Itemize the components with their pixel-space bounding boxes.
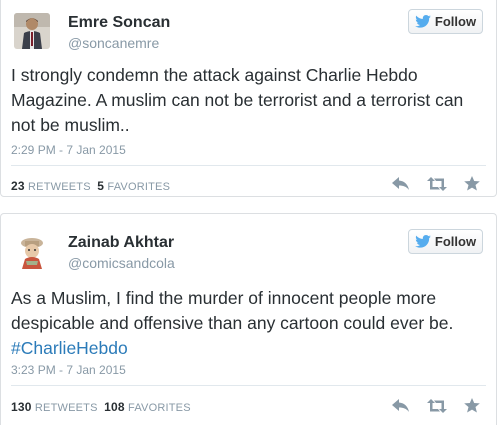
tweet-text: As a Muslim, I find the murder of innoce… <box>11 286 486 361</box>
retweet-icon[interactable] <box>427 176 447 196</box>
star-icon[interactable] <box>464 398 480 418</box>
author-name[interactable]: Emre Soncan <box>68 14 170 32</box>
follow-button[interactable]: Follow <box>408 229 483 254</box>
follow-button[interactable]: Follow <box>408 9 483 34</box>
tweet-text-body: As a Muslim, I find the murder of innoce… <box>11 288 454 333</box>
favorites-stat[interactable]: 108 FAVORITES <box>104 400 191 414</box>
hashtag-link[interactable]: #CharlieHebdo <box>11 338 128 358</box>
author-name[interactable]: Zainab Akhtar <box>68 234 174 252</box>
favorites-stat[interactable]: 5 FAVORITES <box>97 179 171 193</box>
avatar[interactable] <box>14 233 50 269</box>
retweets-stat[interactable]: 130 RETWEETS <box>11 400 98 414</box>
retweets-label: RETWEETS <box>28 181 91 193</box>
tweet-text: I strongly condemn the attack against Ch… <box>11 65 464 135</box>
reply-icon[interactable] <box>392 176 410 196</box>
tweet-timestamp[interactable]: 3:23 PM - 7 Jan 2015 <box>11 363 126 377</box>
tweet-card: Zainab Akhtar @comicsandcola Follow As a… <box>0 213 497 425</box>
reply-icon[interactable] <box>392 398 410 418</box>
author-handle[interactable]: @soncanemre <box>68 35 159 51</box>
retweets-count: 130 <box>11 400 32 414</box>
bird-icon <box>415 235 431 248</box>
star-icon[interactable] <box>464 176 480 196</box>
retweet-icon[interactable] <box>427 398 447 418</box>
favorites-label: FAVORITES <box>128 402 191 414</box>
tweet-actions <box>392 176 480 196</box>
follow-label: Follow <box>434 14 477 29</box>
tweet-card: Emre Soncan @soncanemre Follow I strongl… <box>0 0 497 197</box>
retweets-count: 23 <box>11 179 25 193</box>
favorites-label: FAVORITES <box>107 181 171 193</box>
tweet-stats: 23 RETWEETS 5 FAVORITES <box>11 179 170 193</box>
divider <box>11 385 486 386</box>
divider <box>11 165 486 166</box>
author-handle[interactable]: @comicsandcola <box>68 255 175 271</box>
tweet-stats: 130 RETWEETS 108 FAVORITES <box>11 400 191 414</box>
bird-icon <box>415 15 431 28</box>
follow-label: Follow <box>434 234 477 249</box>
retweets-label: RETWEETS <box>34 402 98 414</box>
favorites-count: 108 <box>104 400 125 414</box>
tweet-timestamp[interactable]: 2:29 PM - 7 Jan 2015 <box>11 143 126 157</box>
retweets-stat[interactable]: 23 RETWEETS <box>11 179 91 193</box>
tweet-actions <box>392 398 480 418</box>
favorites-count: 5 <box>97 179 105 193</box>
avatar[interactable] <box>14 13 50 49</box>
